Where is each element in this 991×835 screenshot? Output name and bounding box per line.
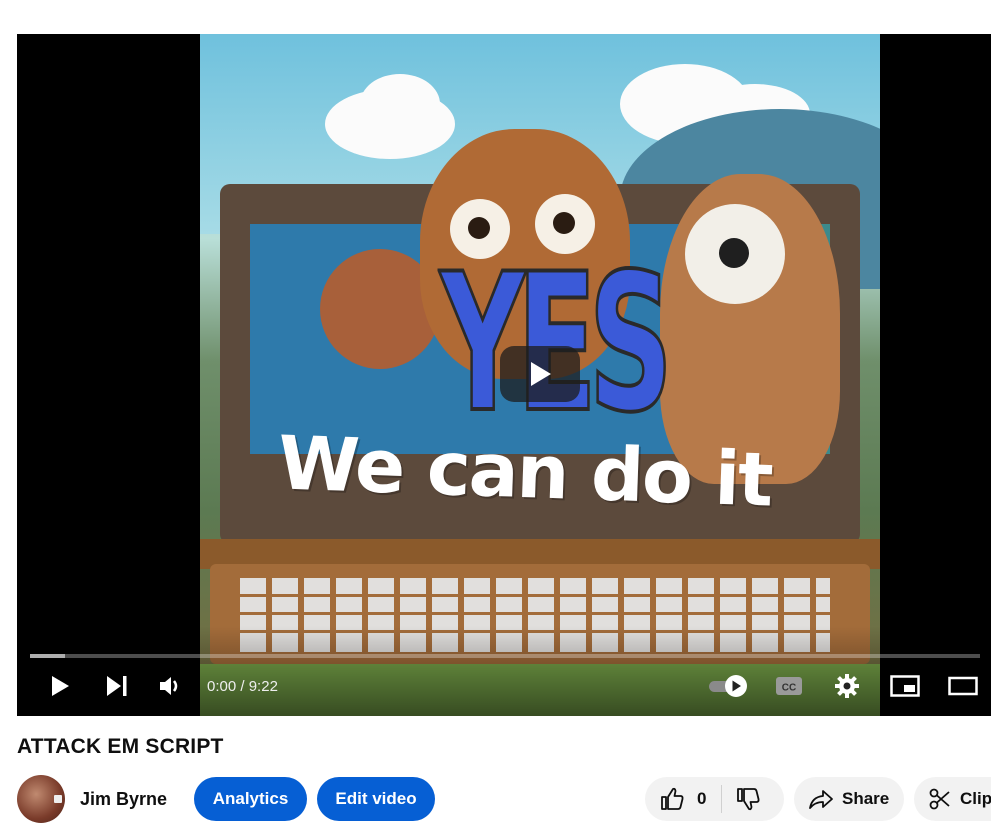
miniplayer-icon [890, 675, 920, 697]
like-button[interactable]: 0 [645, 777, 706, 821]
scissors-icon [929, 788, 950, 810]
time-current: 0:00 [207, 678, 237, 695]
video-title: ATTACK EM SCRIPT [17, 735, 224, 758]
theater-mode-icon [948, 676, 978, 696]
captions-button[interactable]: CC [773, 670, 805, 702]
time-separator: / [236, 678, 249, 695]
volume-icon [160, 677, 178, 695]
clip-label: Clip [960, 789, 991, 808]
dislike-button[interactable] [722, 777, 774, 821]
miniplayer-button[interactable] [887, 670, 923, 702]
share-icon [809, 790, 833, 809]
like-count: 0 [697, 789, 707, 808]
thumbs-down-icon [737, 788, 760, 811]
gear-icon [835, 674, 859, 698]
avatar-detail [54, 795, 62, 803]
mute-button[interactable] [155, 670, 185, 702]
settings-button[interactable] [831, 670, 863, 702]
big-play-button[interactable] [500, 346, 580, 402]
thumbs-up-icon [661, 787, 684, 810]
theater-mode-button[interactable] [945, 670, 981, 702]
autoplay-toggle-icon [709, 675, 747, 697]
edit-video-button[interactable]: Edit video [317, 777, 435, 821]
play-icon [52, 676, 69, 696]
video-overlay-word: YES [439, 233, 675, 454]
autoplay-toggle[interactable] [705, 670, 753, 702]
progress-loaded [30, 654, 66, 658]
share-button[interactable]: Share [794, 777, 904, 821]
share-label: Share [842, 789, 890, 808]
video-overlay-caption: We can do it [276, 420, 773, 524]
cc-icon: CC [776, 677, 802, 695]
channel-name[interactable]: Jim Byrne [80, 789, 167, 810]
play-icon [531, 362, 551, 386]
play-button[interactable] [45, 670, 75, 702]
avatar[interactable] [17, 775, 65, 823]
time-total: 9:22 [248, 678, 278, 695]
progress-bar[interactable] [30, 654, 980, 658]
time-display: 0:00 / 9:22 [207, 678, 278, 695]
scene-owl-face [685, 204, 785, 304]
like-dislike-group: 0 [645, 777, 784, 821]
scene-cloud [360, 74, 440, 134]
clip-button[interactable]: Clip [914, 777, 991, 821]
next-button[interactable] [102, 670, 132, 702]
video-player[interactable]: YES We can do it 0:00 / 9:22 CC [17, 34, 991, 716]
analytics-button[interactable]: Analytics [194, 777, 307, 821]
svg-text:CC: CC [782, 683, 796, 694]
skip-next-icon [107, 676, 127, 696]
